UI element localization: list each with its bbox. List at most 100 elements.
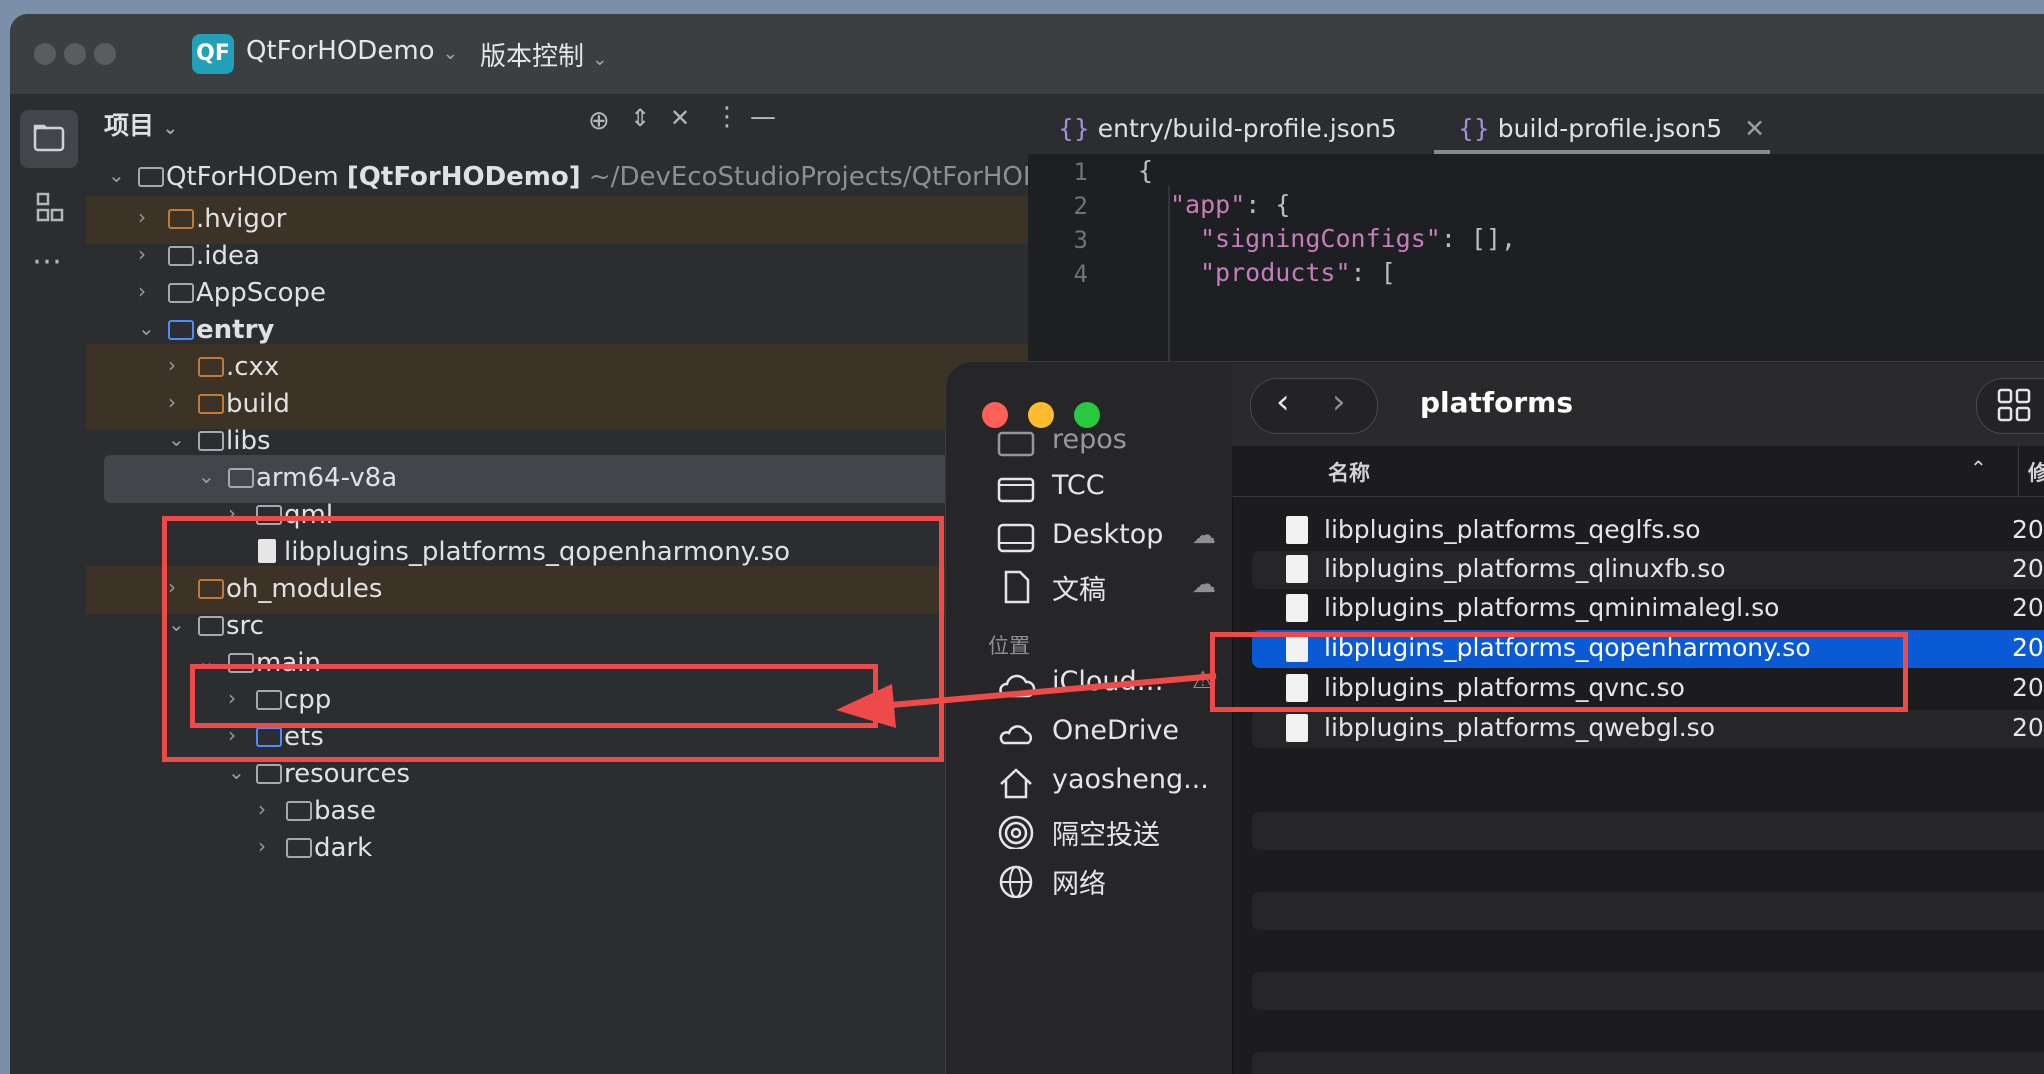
- empty-row: [1252, 972, 2044, 1010]
- tree-item-dark[interactable]: › dark: [86, 825, 1028, 873]
- tab-label: entry/build-profile.json5: [1097, 114, 1397, 143]
- file-row[interactable]: libplugins_platforms_qlinuxfb.so 20: [1252, 551, 2044, 589]
- file-date: 20: [2012, 554, 2044, 583]
- hide-panel-icon[interactable]: —: [750, 102, 776, 132]
- code-rest: : [: [1350, 258, 1396, 287]
- column-divider: [2018, 446, 2019, 496]
- chevron-down-icon: ⌄: [108, 163, 125, 187]
- file-date: 20: [2012, 515, 2044, 544]
- panel-title-label: 项目: [104, 111, 155, 140]
- vcs-menu[interactable]: 版本控制 ⌄: [480, 36, 607, 73]
- code-line[interactable]: "products": [: [1200, 258, 1396, 287]
- folder-icon: [198, 394, 224, 414]
- chevron-right-icon: ›: [138, 242, 146, 266]
- file-name: libplugins_platforms_qlinuxfb.so: [1324, 554, 1726, 583]
- collapse-all-icon[interactable]: ✕: [670, 104, 690, 132]
- sidebar-item-home[interactable]: yaosheng...: [996, 758, 1226, 806]
- back-button[interactable]: ‹: [1276, 382, 1290, 422]
- folder-icon: [168, 209, 194, 229]
- code-rest: : {: [1245, 190, 1291, 219]
- sidebar-item-tcc[interactable]: TCC: [996, 464, 1226, 512]
- view-mode-button[interactable]: [1976, 378, 2044, 434]
- code-line[interactable]: {: [1138, 156, 1153, 185]
- file-icon: [1286, 594, 1308, 622]
- folder-icon: [198, 431, 224, 451]
- chevron-down-icon: ⌄: [442, 43, 458, 64]
- annotation-box-source-file: [1210, 632, 1908, 712]
- locate-icon[interactable]: ⊕: [588, 106, 610, 136]
- sidebar-item-label: repos: [1052, 424, 1127, 455]
- tree-root[interactable]: ⌄ QtForHODem [QtForHODemo] ~/DevEcoStudi…: [86, 154, 1084, 202]
- indent-guide: [1168, 186, 1170, 366]
- zoom-window-button[interactable]: [94, 43, 116, 65]
- code-line[interactable]: "signingConfigs": [],: [1200, 224, 1516, 253]
- close-window-button[interactable]: [34, 43, 56, 65]
- activity-bar: ⋯: [10, 94, 87, 1074]
- tab-build-profile[interactable]: {} build-profile.json5 ✕: [1458, 114, 1765, 143]
- sidebar-item-desktop[interactable]: Desktop ☁: [996, 513, 1226, 561]
- folder-icon: [168, 246, 194, 266]
- json-icon: {}: [1458, 114, 1490, 143]
- tree-item-label: AppScope: [196, 278, 326, 308]
- folder-icon: [198, 357, 224, 377]
- project-switcher[interactable]: QtForHODemo ⌄: [246, 36, 458, 66]
- finder-title: platforms: [1420, 386, 1573, 419]
- json-icon: {}: [1058, 114, 1090, 143]
- column-header-name[interactable]: 名称: [1328, 457, 1370, 487]
- tree-item-label: dark: [314, 833, 373, 863]
- forward-button[interactable]: ›: [1332, 382, 1346, 422]
- file-row[interactable]: libplugins_platforms_qwebgl.so 20: [1252, 710, 2044, 748]
- home-icon: [1000, 768, 1032, 799]
- folder-icon: [286, 801, 312, 821]
- expand-all-icon[interactable]: ⇕: [630, 104, 650, 132]
- folder-icon: [256, 764, 282, 784]
- chevron-down-icon: ⌄: [168, 427, 185, 451]
- line-number: 4: [1073, 260, 1088, 288]
- tree-item-label: arm64-v8a: [256, 463, 398, 493]
- sidebar-item-network[interactable]: 网络: [996, 856, 1226, 904]
- structure-tool-button[interactable]: [20, 180, 78, 238]
- chevron-right-icon: ›: [258, 834, 266, 858]
- annotation-arrow: [836, 673, 1217, 728]
- chevron-right-icon: ›: [168, 390, 176, 414]
- sidebar-item-label: Desktop: [1052, 519, 1164, 550]
- project-tool-button[interactable]: [20, 110, 78, 168]
- tree-item-label: .idea: [196, 241, 260, 271]
- tree-root-label: QtForHODem [QtForHODemo] ~/DevEcoStudioP…: [166, 162, 1084, 192]
- sidebar-item-airdrop[interactable]: 隔空投送: [996, 807, 1226, 855]
- code-line[interactable]: "app": {: [1170, 190, 1290, 219]
- file-icon: [1286, 516, 1308, 544]
- module-folder-icon: [168, 320, 194, 340]
- sidebar-item-repos[interactable]: repos: [996, 418, 1226, 466]
- folder-icon: [228, 468, 254, 488]
- project-name: QtForHODemo: [246, 36, 435, 66]
- line-number: 3: [1073, 226, 1088, 254]
- nav-button-group: [1250, 378, 1378, 434]
- file-row[interactable]: libplugins_platforms_qeglfs.so 20: [1252, 512, 2044, 550]
- close-tab-icon[interactable]: ✕: [1744, 114, 1765, 143]
- tab-entry-build-profile[interactable]: {} entry/build-profile.json5: [1058, 114, 1397, 143]
- more-tools-icon[interactable]: ⋯: [32, 244, 62, 279]
- empty-row: [1252, 892, 2044, 930]
- file-name: libplugins_platforms_qwebgl.so: [1324, 713, 1716, 742]
- empty-row: [1252, 812, 2044, 850]
- root-module: [QtForHODemo]: [346, 162, 581, 192]
- sort-ascending-icon[interactable]: ⌃: [1970, 456, 1987, 480]
- minimize-window-button[interactable]: [64, 43, 86, 65]
- airdrop-icon: [998, 815, 1034, 849]
- tab-label: build-profile.json5: [1497, 114, 1723, 143]
- active-tab-indicator: [1434, 150, 1770, 154]
- panel-title[interactable]: 项目 ⌄: [104, 106, 178, 142]
- line-number: 1: [1073, 158, 1088, 186]
- options-icon[interactable]: ⋮: [714, 102, 740, 132]
- column-header-modified[interactable]: 修: [2028, 457, 2044, 487]
- file-name: libplugins_platforms_qeglfs.so: [1324, 515, 1701, 544]
- root-path: ~/DevEcoStudioProjects/QtForHODem: [588, 162, 1085, 192]
- file-date: 20: [2012, 673, 2044, 702]
- title-bar: QF QtForHODemo ⌄ 版本控制 ⌄: [10, 14, 2044, 94]
- code-key: "products": [1200, 258, 1351, 287]
- root-name: QtForHODem: [166, 162, 339, 192]
- code-key: "app": [1170, 190, 1246, 219]
- file-row[interactable]: libplugins_platforms_qminimalegl.so 20: [1252, 590, 2044, 628]
- sidebar-item-documents[interactable]: 文稿 ☁: [996, 562, 1226, 610]
